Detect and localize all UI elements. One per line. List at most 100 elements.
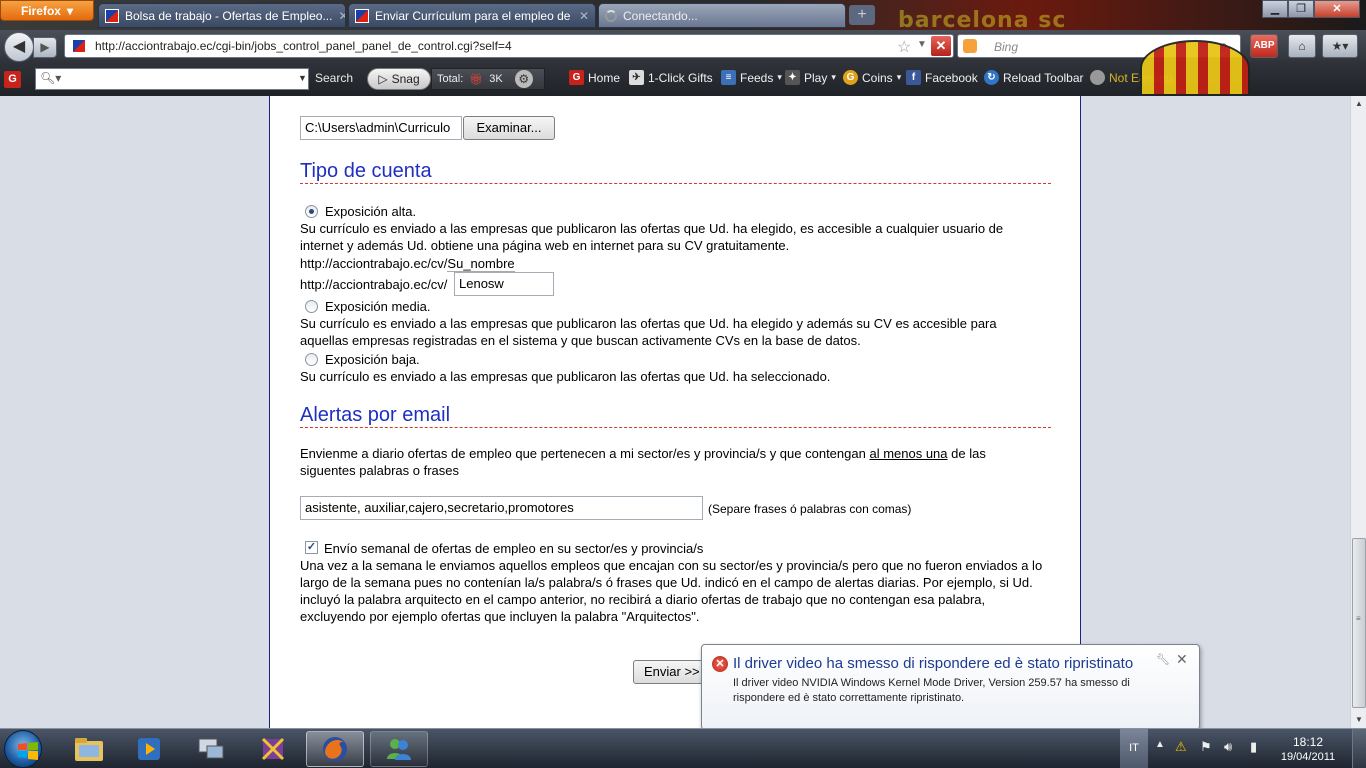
maximize-button[interactable]: ❐	[1288, 0, 1314, 18]
reload-icon: ↻	[984, 70, 999, 85]
chevron-down-icon[interactable]: ▼	[298, 73, 307, 83]
scroll-thumb[interactable]: ≡	[1352, 538, 1366, 708]
driver-notification-balloon[interactable]: ✕ Il driver video ha smesso di risponder…	[701, 644, 1200, 730]
start-button[interactable]	[4, 730, 42, 768]
gear-icon[interactable]: ⚙	[514, 70, 533, 88]
media-player-taskbar-icon[interactable]	[120, 731, 178, 767]
close-icon[interactable]: ✕	[1176, 651, 1188, 668]
cv-file-path-field[interactable]: C:\Users\admin\Curriculo	[300, 116, 462, 140]
chevron-down-icon: ▾	[777, 72, 782, 82]
section-title-email-alerts: Alertas por email	[300, 404, 451, 426]
scroll-down-arrow-icon[interactable]: ▼	[1351, 712, 1366, 728]
battery-icon[interactable]: ▮	[1250, 739, 1257, 755]
firefox-menu-label: Firefox	[20, 3, 61, 18]
coins-icon: G	[843, 70, 858, 85]
stop-button[interactable]: ✕	[931, 36, 951, 56]
clock-time[interactable]: 18:12	[1280, 735, 1336, 749]
tray-expand-arrow-icon[interactable]: ▲	[1155, 739, 1165, 750]
toolbar-item-reload[interactable]: ↻ Reload Toolbar	[984, 70, 1084, 85]
toolbar-item-facebook[interactable]: f Facebook	[906, 70, 978, 85]
chevron-down-icon: ▾	[896, 72, 902, 82]
form-panel: C:\Users\admin\Curriculo Examinar... Tip…	[269, 96, 1081, 728]
home-button[interactable]: ⌂	[1288, 34, 1316, 58]
snag-button[interactable]: ▷ Snag	[367, 68, 431, 90]
radio-exposure-low[interactable]	[305, 353, 318, 366]
alerts-intro: Envienme a diario ofertas de empleo que …	[300, 445, 1045, 479]
radio-exposure-high[interactable]	[305, 205, 318, 218]
browser-titlebar: Firefox ▾ Bolsa de trabajo - Ofertas de …	[0, 0, 1366, 33]
chevron-down-icon: ▾	[831, 72, 836, 82]
tab-conectando[interactable]: Conectando...	[598, 3, 846, 28]
weekly-alert-label[interactable]: Envío semanal de ofertas de empleo en su…	[324, 540, 703, 557]
minimize-button[interactable]: ▁	[1262, 0, 1288, 18]
option-label-exposure-low[interactable]: Exposición baja.	[325, 351, 420, 368]
toolbar-logo-icon[interactable]: G	[4, 71, 21, 88]
network-taskbar-icon[interactable]	[182, 731, 240, 767]
toolbar-search-input[interactable]: 🔍︎▾ ▼	[35, 68, 309, 90]
adblock-button[interactable]: ABP	[1250, 34, 1278, 58]
total-label: Total:	[437, 73, 464, 85]
cv-url-hint-suffix: Su_nombre	[447, 256, 515, 272]
close-window-button[interactable]: ✕	[1314, 0, 1360, 18]
close-icon[interactable]: ✕	[579, 9, 589, 23]
cv-url-hint: http://acciontrabajo.ec/cv/Su_nombre	[300, 255, 515, 272]
warning-icon[interactable]: ⚠	[1175, 739, 1187, 755]
winrar-taskbar-icon[interactable]	[244, 731, 302, 767]
windows-taskbar: IT ▲ ⚠ ⚑ 🔊︎ ▮ 18:12 19/04/2011	[0, 728, 1366, 768]
browse-button[interactable]: Examinar...	[463, 116, 555, 140]
toolbar-item-label: Play	[804, 70, 828, 85]
clock-date[interactable]: 19/04/2011	[1280, 751, 1336, 763]
site-favicon-icon	[105, 8, 119, 23]
new-tab-button[interactable]: +	[849, 5, 875, 25]
toolbar-item-gifts[interactable]: ✈ 1-Click Gifts	[629, 70, 713, 85]
toolbar-item-coins[interactable]: G Coins ▾	[843, 70, 901, 85]
cv-url-field-prefix: http://acciontrabajo.ec/cv/	[300, 277, 448, 292]
option-description-exposure-medium: Su currículo es enviado a las empresas q…	[300, 316, 997, 348]
forward-button[interactable]: ▶	[33, 37, 57, 58]
firefox-menu-button[interactable]: Firefox ▾	[0, 0, 94, 21]
section-divider	[300, 183, 1051, 184]
wrench-icon[interactable]: 🔧︎	[1156, 653, 1170, 666]
cv-url-hint-prefix: http://acciontrabajo.ec/cv/	[300, 256, 448, 271]
scroll-up-arrow-icon[interactable]: ▲	[1351, 96, 1366, 112]
explorer-taskbar-icon[interactable]	[60, 731, 118, 767]
search-engine-icon[interactable]	[963, 39, 977, 53]
toolbar-item-label: Coins	[862, 70, 893, 85]
chevron-down-icon: ▾	[66, 3, 74, 18]
close-icon[interactable]: ✕	[338, 9, 345, 23]
alerts-intro-text: Envienme a diario ofertas de empleo que …	[300, 446, 866, 461]
feeds-icon: ≡	[721, 70, 736, 85]
history-dropdown-icon[interactable]: ▼	[917, 39, 927, 50]
option-label-exposure-high[interactable]: Exposición alta.	[325, 203, 416, 220]
total-count: 3K	[489, 73, 503, 85]
address-bar[interactable]: http://acciontrabajo.ec/cgi-bin/jobs_con…	[64, 34, 954, 58]
radio-exposure-medium[interactable]	[305, 300, 318, 313]
bookmarks-button[interactable]: ★▾	[1322, 34, 1358, 58]
keywords-input[interactable]: asistente, auxiliar,cajero,secretario,pr…	[300, 496, 703, 520]
page-scrollbar[interactable]: ▲ ≡ ▼	[1350, 96, 1366, 728]
toolbar-search-label[interactable]: Search	[315, 71, 353, 85]
weekly-alert-checkbox[interactable]: ✓	[305, 541, 318, 554]
tab-title: Conectando...	[623, 8, 698, 23]
show-desktop-button[interactable]	[1352, 729, 1366, 768]
tab-bolsa-de-trabajo[interactable]: Bolsa de trabajo - Ofertas de Empleo... …	[98, 3, 346, 28]
messenger-taskbar-icon[interactable]	[370, 731, 428, 767]
alerts-intro-link[interactable]: al menos una	[869, 446, 947, 461]
snag-label: Snag	[391, 72, 420, 86]
action-center-flag-icon[interactable]: ⚑	[1200, 739, 1212, 755]
cv-url-name-field[interactable]: Lenosw	[454, 272, 554, 296]
option-label-exposure-medium[interactable]: Exposición media.	[325, 298, 431, 315]
option-description-exposure-low: Su currículo es enviado a las empresas q…	[300, 369, 831, 384]
toolbar-item-play[interactable]: ✦ Play ▾	[785, 70, 836, 85]
toolbar-item-label: 1-Click Gifts	[648, 70, 713, 85]
total-counter: Total: 🎁︎ 3K ⚙	[431, 68, 545, 90]
toolbar-item-feeds[interactable]: ≡ Feeds ▾	[721, 70, 782, 85]
bookmark-star-icon[interactable]: ☆	[897, 37, 911, 57]
firefox-taskbar-icon[interactable]	[306, 731, 364, 767]
toolbar-item-home[interactable]: G Home	[569, 70, 620, 85]
volume-icon[interactable]: 🔊︎	[1224, 739, 1232, 755]
back-button[interactable]: ◀	[4, 32, 34, 62]
toolbar-item-label: Reload Toolbar	[1003, 70, 1084, 85]
language-indicator[interactable]: IT	[1120, 729, 1148, 768]
tab-enviar-curriculum[interactable]: Enviar Currículum para el empleo de ✕	[348, 3, 596, 28]
